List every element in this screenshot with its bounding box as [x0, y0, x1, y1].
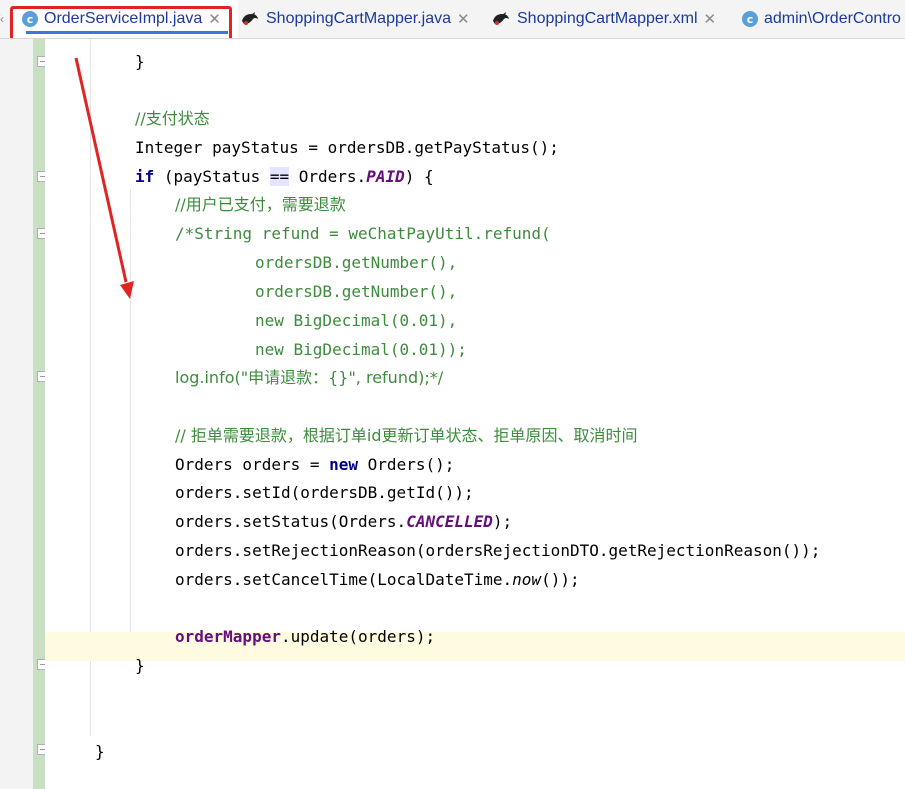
line-number-gutter[interactable] [0, 39, 33, 789]
indent-guide [130, 189, 131, 651]
close-tab-icon[interactable]: ✕ [704, 10, 717, 28]
code-line: orders.setRejectionReason(ordersRejectio… [175, 541, 821, 560]
code-line-block-comment: /*String refund = weChatPayUtil.refund( [175, 224, 551, 243]
code-line: orders.setStatus(Orders.CANCELLED); [175, 512, 513, 531]
close-tab-icon[interactable]: ✕ [208, 10, 221, 28]
java-class-icon: c [742, 11, 758, 27]
code-line-block-comment: log.info("申请退款：{}", refund);*/ [175, 368, 444, 387]
code-line-comment: //用户已支付，需要退款 [175, 195, 346, 214]
code-line-current: orderMapper.update(orders); [175, 627, 436, 646]
mybatis-mapper-icon [493, 12, 509, 25]
code-line-comment: // 拒单需要退款，根据订单id更新订单状态、拒单原因、取消时间 [175, 426, 638, 445]
code-line: } [135, 52, 145, 71]
tab-shoppingcartmapper-java[interactable]: ShoppingCartMapper.java ✕ [240, 0, 470, 38]
code-line: } [95, 742, 105, 761]
tab-admin-ordercontroller[interactable]: c admin\OrderContro [742, 0, 901, 38]
editor-tab-bar: ‹ c OrderServiceImpl.java ✕ ShoppingCart… [0, 0, 905, 39]
code-line-block-comment: new BigDecimal(0.01), [255, 311, 458, 330]
close-tab-icon[interactable]: ✕ [457, 10, 470, 28]
code-line-block-comment: new BigDecimal(0.01)); [255, 340, 467, 359]
code-line: orders.setId(ordersDB.getId()); [175, 483, 474, 502]
tab-orderserviceimpl-java[interactable]: c OrderServiceImpl.java ✕ [14, 0, 238, 38]
code-line: } [135, 656, 145, 675]
vcs-change-marker-bar[interactable] [33, 39, 45, 789]
current-line-highlight [45, 632, 905, 661]
tab-label: OrderServiceImpl.java [44, 10, 203, 27]
active-tab-underline [26, 31, 228, 34]
tab-label: admin\OrderContro [764, 10, 901, 27]
tab-label: ShoppingCartMapper.java [266, 10, 452, 27]
code-line: Integer payStatus = ordersDB.getPayStatu… [135, 138, 559, 157]
code-line-block-comment: ordersDB.getNumber(), [255, 253, 458, 272]
java-class-icon: c [22, 11, 38, 27]
code-editor[interactable]: } //支付状态 Integer payStatus = ordersDB.ge… [45, 39, 905, 789]
mybatis-mapper-icon [242, 12, 258, 25]
code-line-block-comment: ordersDB.getNumber(), [255, 282, 458, 301]
tab-label: ShoppingCartMapper.xml [517, 10, 698, 27]
tab-scroll-left-icon[interactable]: ‹ [0, 12, 4, 26]
code-line-if: if (payStatus == Orders.PAID) { [135, 167, 434, 186]
tab-shoppingcartmapper-xml[interactable]: ShoppingCartMapper.xml ✕ [491, 0, 716, 38]
code-line: Orders orders = new Orders(); [175, 455, 455, 474]
code-line-comment: //支付状态 [135, 109, 210, 128]
code-line: orders.setCancelTime(LocalDateTime.now()… [175, 570, 580, 589]
